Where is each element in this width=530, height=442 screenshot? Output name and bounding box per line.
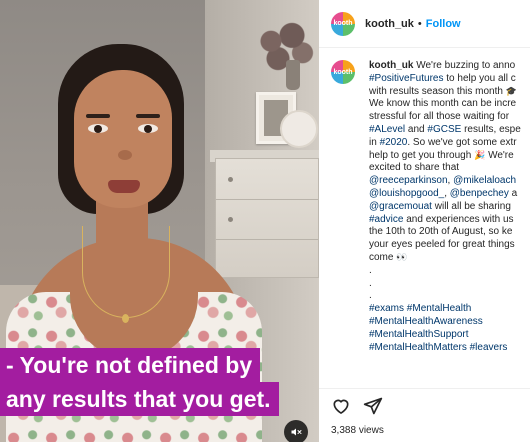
left-eyebrow [86, 114, 110, 118]
caption-text-segment: come [369, 251, 397, 263]
caption-text-segment: We're [485, 149, 514, 161]
hashtag-link[interactable]: #leavers [470, 342, 508, 353]
video-player[interactable]: - You're not defined by any results that… [0, 0, 319, 442]
caption-line: the 10th to 20th of August, so ke [369, 226, 530, 239]
emoji-icon: 🎉 [474, 149, 486, 160]
necklace [82, 226, 170, 318]
caption-line: . [369, 265, 530, 278]
caption-line: kooth_uk We're buzzing to anno [369, 60, 530, 73]
left-eye [88, 124, 108, 133]
caption-username-link[interactable]: kooth_uk [369, 60, 416, 71]
caption-text-segment: . [369, 290, 372, 302]
caption-line: #PositiveFutures to help you all c [369, 73, 530, 86]
caption-line: help to get you through 🎉 We're [369, 150, 530, 163]
mention-link[interactable]: @louishopgood_ [369, 188, 444, 199]
avatar[interactable]: kooth [331, 11, 355, 36]
caption-line: come 👀 [369, 252, 530, 265]
video-subtitle-line-1: - You're not defined by [0, 348, 261, 382]
post-actions: 3,388 views [319, 388, 530, 442]
video-subtitle-line-2: any results that you get. [0, 382, 279, 416]
right-eye [138, 124, 158, 133]
caption-text-segment: your eyes peeled for great things [369, 239, 515, 251]
avatar-text: kooth [333, 68, 353, 76]
speaker-mouth [108, 180, 140, 193]
hashtag-link[interactable]: #MentalHealth [407, 303, 471, 314]
mention-link[interactable]: @benpechey [450, 188, 509, 199]
caption-text-segment: We're buzzing to anno [416, 60, 516, 71]
caption-text-segment: and [405, 123, 428, 135]
caption-text-segment: . [369, 264, 372, 276]
views-number: 3,388 [331, 425, 357, 436]
speaker-nose [118, 150, 132, 160]
caption-line: in #2020. So we've got some extr [369, 137, 530, 150]
caption-text-segment: help to get you through [369, 149, 475, 161]
emoji-icon: 🎓 [505, 85, 517, 96]
caption-text: kooth_uk We're buzzing to anno #PositiveF… [369, 60, 530, 354]
volume-muted-icon[interactable] [284, 420, 308, 442]
paper-plane-icon[interactable] [363, 396, 383, 421]
caption-text-segment: We know this month can be incre [369, 98, 517, 110]
caption-line: . [369, 278, 530, 291]
hashtag-link[interactable]: #GCSE [427, 124, 461, 135]
caption-text-segment: the 10th to 20th of August, so ke [369, 226, 513, 238]
caption-line: with results season this month 🎓 [369, 86, 530, 99]
hashtag-link[interactable]: #exams [369, 303, 404, 314]
avatar-text: kooth [333, 20, 353, 27]
caption-text-segment: will all be sharing [431, 200, 511, 212]
vase [286, 60, 300, 90]
necklace-pendant [122, 314, 129, 323]
caption-text-segment: a [508, 187, 518, 199]
caption-line: #MentalHealthAwareness [369, 316, 530, 329]
caption-text-segment: to help you all c [443, 72, 516, 84]
right-eyebrow [136, 114, 160, 118]
emoji-icon: 👀 [396, 251, 408, 262]
caption-line: #exams #MentalHealth [369, 303, 530, 316]
hashtag-link[interactable]: #MentalHealthMatters [369, 342, 467, 353]
separator-dot: • [417, 17, 422, 30]
caption-line: excited to share that [369, 162, 530, 175]
caption-line: We know this month can be incre [369, 98, 530, 111]
caption-line: @reeceparkinson, @mikelaloach [369, 175, 530, 188]
view-count: 3,388 views [331, 425, 518, 436]
caption-line: @gracemouat will all be sharing [369, 201, 530, 214]
caption-line: #MentalHealthMatters #leavers [369, 342, 530, 355]
caption-text-segment: . So we've got some extr [407, 136, 517, 148]
follow-button[interactable]: Follow [426, 18, 461, 30]
cabinet [215, 158, 319, 278]
hashtag-link[interactable]: #PositiveFutures [369, 73, 443, 84]
caption-line: your eyes peeled for great things [369, 239, 530, 252]
caption-text-segment: . [369, 277, 372, 289]
hashtag-link[interactable]: #advice [369, 214, 403, 225]
post-header: kooth kooth_uk • Follow [319, 0, 530, 48]
caption-line: #ALevel and #GCSE results, espe [369, 124, 530, 137]
dried-flowers [250, 18, 319, 76]
hashtag-link[interactable]: #MentalHealthSupport [369, 329, 469, 340]
caption-text-segment: stressful for all those waiting for [369, 111, 510, 123]
heart-icon[interactable] [331, 396, 351, 421]
mention-link[interactable]: @reeceparkinson [369, 175, 448, 186]
hashtag-link[interactable]: #MentalHealthAwareness [369, 316, 483, 327]
caption-text-segment: with results season this month [369, 85, 506, 97]
views-label: views [358, 425, 384, 436]
caption-text-segment: and experiences with us [403, 213, 514, 225]
post-side-panel: kooth kooth_uk • Follow kooth kooth_uk W… [319, 0, 530, 442]
caption-line: @louishopgood_, @benpechey a [369, 188, 530, 201]
mention-link[interactable]: @gracemouat [369, 201, 432, 212]
caption-avatar[interactable]: kooth [331, 60, 355, 84]
mention-link[interactable]: @mikelaloach [453, 175, 516, 186]
caption-line: . [369, 290, 530, 303]
caption-text-segment: in [369, 136, 380, 148]
caption-line: stressful for all those waiting for [369, 111, 530, 124]
caption-line: #advice and experiences with us [369, 214, 530, 227]
hashtag-link[interactable]: #2020 [380, 137, 408, 148]
caption-line: #MentalHealthSupport [369, 329, 530, 342]
decorative-plate [280, 110, 318, 148]
username-link[interactable]: kooth_uk [365, 18, 414, 30]
hashtag-link[interactable]: #ALevel [369, 124, 405, 135]
caption-text-segment: excited to share that [369, 162, 460, 174]
caption-text-segment: results, espe [461, 123, 521, 135]
